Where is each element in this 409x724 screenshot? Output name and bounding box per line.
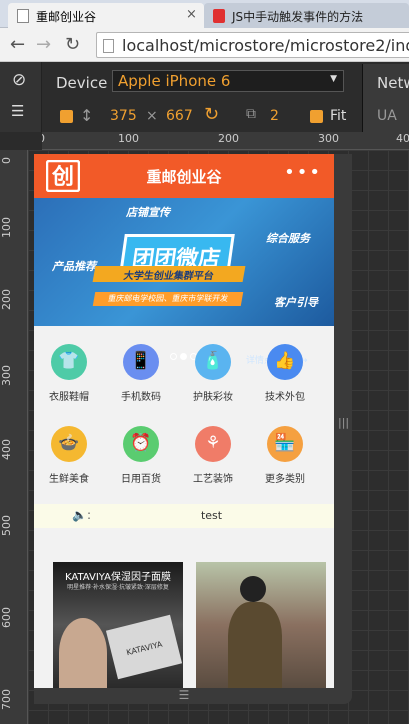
banner-tag: 综合服务	[266, 232, 310, 245]
banner-subtitle: 大学生创业集群平台	[92, 266, 246, 282]
dpr-icon: ⧉	[246, 106, 256, 122]
ruler-tick: 0	[42, 132, 45, 145]
cosmetics-icon: 🧴	[195, 344, 231, 380]
back-icon[interactable]: ←	[10, 34, 25, 55]
ruler-tick: 300	[318, 132, 339, 145]
url-input[interactable]: localhost/microstore/microstore2/ind	[96, 32, 409, 58]
product-subcaption: 明星推荐·补水保湿·抗皱紧致·深层修复	[67, 584, 169, 591]
ruler-tick: 400	[396, 132, 409, 145]
more-menu-icon[interactable]: •••	[284, 162, 322, 183]
category-digital[interactable]: 📱 手机数码	[106, 344, 176, 403]
product-card[interactable]: KATAVIYA保湿因子面膜 明星推荐·补水保湿·抗皱紧致·深层修复 KATAV…	[53, 562, 183, 688]
thumbs-up-icon: 👍	[267, 344, 303, 380]
banner-subtitle-2: 重庆邮电学校园、重庆市学联开发	[92, 292, 244, 306]
banner-tag: 客户引导	[274, 296, 318, 309]
fit-label: Fit	[330, 108, 347, 124]
close-icon[interactable]: ×	[186, 7, 197, 22]
product-caption: KATAVIYA保湿因子面膜	[65, 572, 171, 583]
clock-icon: ⏰	[123, 426, 159, 462]
category-label: 工艺装饰	[193, 474, 233, 485]
ruler-tick: 100	[118, 132, 139, 145]
category-tech[interactable]: 👍 技术外包	[250, 344, 320, 403]
dpr-field[interactable]: 2	[270, 108, 279, 124]
category-label: 生鲜美食	[49, 474, 89, 485]
dropdown-arrow-icon: ▼	[330, 74, 337, 84]
category-more[interactable]: 🏪 更多类别	[250, 426, 320, 485]
tab-js-events[interactable]: JS中手动触发事件的方法	[204, 3, 409, 28]
notice-bar[interactable]: 🔈: test	[34, 504, 334, 528]
no-throttle-icon[interactable]: ⊘	[12, 70, 26, 90]
category-clothing[interactable]: 👕 衣服鞋帽	[34, 344, 104, 403]
notice-text: test	[200, 509, 223, 522]
address-toolbar: ← → ↻ localhost/microstore/microstore2/i…	[0, 28, 409, 62]
list-icon[interactable]: ☰	[11, 102, 24, 120]
product-package: KATAVIYA	[105, 614, 183, 680]
promo-banner[interactable]: 店铺宣传 综合服务 产品推荐 客户引导 团团微店 大学生创业集群平台 重庆邮电学…	[34, 198, 334, 366]
device-select[interactable]: Apple iPhone 6 ▼	[112, 70, 344, 92]
device-value: Apple iPhone 6	[118, 72, 231, 90]
ruler-left: 0 100 200 300 400 500 600 700	[0, 150, 28, 724]
device-emulation-toolbar: ⊘ ☰ Device Apple iPhone 6 ▼ ↕ 375 × 667 …	[0, 62, 409, 132]
ruler-tick: 500	[0, 515, 13, 536]
category-food[interactable]: 🍲 生鲜美食	[34, 426, 104, 485]
app-header: 创 重邮创业谷 •••	[34, 154, 334, 198]
tab-title: JS中手动触发事件的方法	[232, 10, 364, 24]
ruler-tick: 0	[0, 157, 13, 164]
pendant-icon: ⚘	[195, 426, 231, 462]
product-model-coat	[228, 602, 282, 688]
forward-icon[interactable]: →	[36, 34, 51, 55]
dish-icon: 🍲	[51, 426, 87, 462]
store-icon: 🏪	[267, 426, 303, 462]
swap-dimensions-icon[interactable]: ↻	[204, 104, 219, 125]
resize-icon: ↕	[80, 106, 94, 125]
drag-handle-icon: |||	[338, 416, 350, 429]
category-label: 日用百货	[121, 474, 161, 485]
category-label: 衣服鞋帽	[49, 392, 89, 403]
category-label: 更多类别	[265, 474, 305, 485]
ruler-tick: 700	[0, 689, 13, 710]
ruler-tick: 400	[0, 439, 13, 460]
network-panel: Netw UA	[362, 64, 409, 132]
reload-icon[interactable]: ↻	[65, 34, 80, 55]
banner-tag: 产品推荐	[52, 260, 96, 273]
viewport-resize-handle[interactable]: |||	[334, 154, 352, 704]
browser-tab-bar: 重邮创业谷 × JS中手动触发事件的方法	[0, 0, 409, 28]
category-cosmetics[interactable]: 🧴 护肤彩妆	[178, 344, 248, 403]
page-icon	[17, 9, 29, 23]
product-model-image	[59, 618, 107, 688]
category-daily[interactable]: ⏰ 日用百货	[106, 426, 176, 485]
banner-tag: 店铺宣传	[126, 206, 170, 219]
category-label: 技术外包	[265, 392, 305, 403]
network-label: Netw	[377, 74, 409, 92]
product-card[interactable]	[196, 562, 326, 688]
product-brand: KATAVIYA	[125, 639, 164, 658]
ruler-tick: 100	[0, 217, 13, 238]
page-icon	[103, 39, 114, 53]
product-model-image	[240, 576, 266, 602]
url-text: localhost/microstore/microstore2/ind	[122, 36, 409, 55]
category-label: 护肤彩妆	[193, 392, 233, 403]
ruler-top: 0 100 200 300 400	[42, 132, 409, 150]
viewport-bottom-handle[interactable]: ☰	[34, 688, 334, 704]
times-label: ×	[146, 108, 158, 124]
category-crafts[interactable]: ⚘ 工艺装饰	[178, 426, 248, 485]
shirt-icon: 👕	[51, 344, 87, 380]
ruler-tick: 600	[0, 607, 13, 628]
ruler-tick: 200	[0, 289, 13, 310]
height-field[interactable]: 667	[166, 108, 193, 124]
resolution-checkbox[interactable]	[60, 110, 73, 123]
csdn-icon	[213, 9, 225, 23]
ruler-tick: 200	[218, 132, 239, 145]
category-label: 手机数码	[121, 392, 161, 403]
devtools-side-icons: ⊘ ☰	[0, 62, 42, 132]
device-label: Device	[56, 74, 108, 92]
fit-checkbox[interactable]	[310, 110, 323, 123]
tab-title: 重邮创业谷	[36, 10, 97, 24]
ua-label: UA	[377, 108, 397, 124]
tab-current[interactable]: 重邮创业谷 ×	[8, 3, 204, 28]
phone-icon: 📱	[123, 344, 159, 380]
mobile-page: 创 重邮创业谷 ••• 店铺宣传 综合服务 产品推荐 客户引导 团团微店 大学生…	[34, 154, 334, 688]
ruler-tick: 300	[0, 365, 13, 386]
width-field[interactable]: 375	[110, 108, 137, 124]
